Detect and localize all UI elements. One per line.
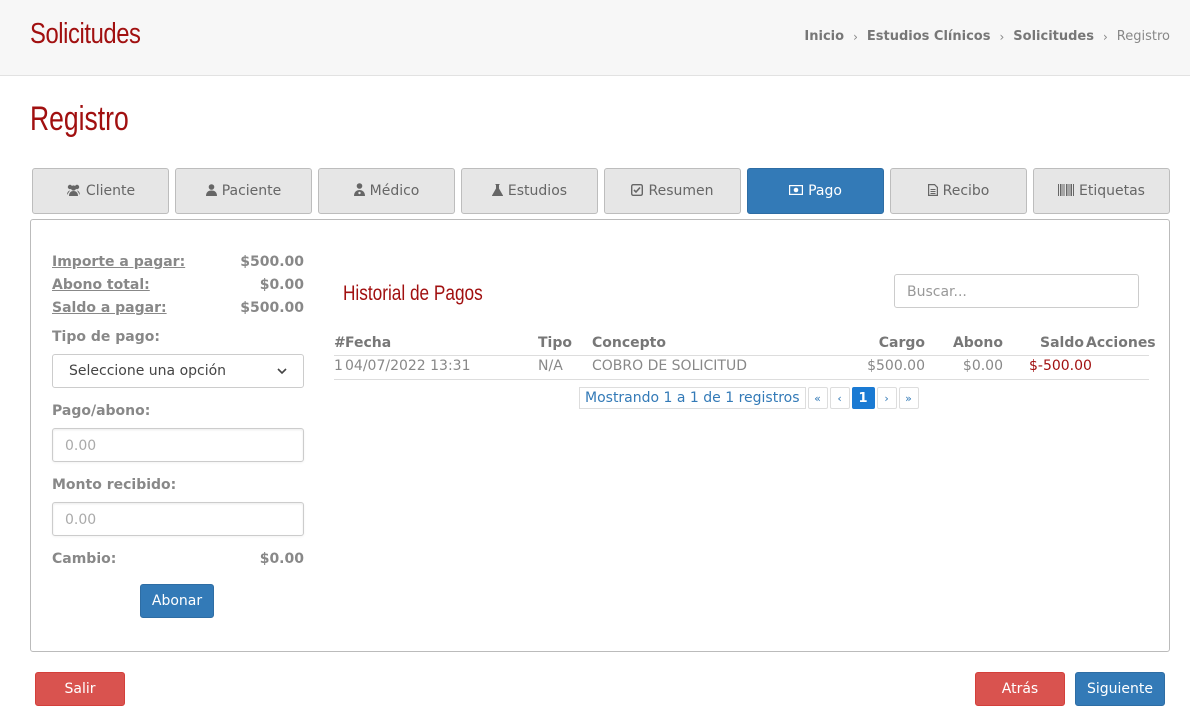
pago-abono-placeholder: 0.00 [65, 438, 97, 454]
saldo-value: $500.00 [240, 300, 304, 316]
tab-cliente[interactable]: Cliente [32, 168, 169, 214]
monto-recibido-placeholder: 0.00 [65, 512, 97, 528]
col-abono[interactable]: Abono [953, 335, 1003, 351]
user-md-icon [353, 183, 365, 199]
payments-table: # Fecha Tipo Concepto Cargo Abono Saldo … [334, 333, 1156, 380]
col-tipo[interactable]: Tipo [538, 335, 572, 351]
col-saldo[interactable]: Saldo [1040, 335, 1084, 351]
top-bar: Solicitudes Inicio › Estudios Clínicos ›… [0, 0, 1190, 76]
flask-icon [491, 183, 503, 199]
chevron-down-icon [277, 365, 287, 378]
abonar-button[interactable]: Abonar [140, 584, 214, 618]
pagination: Mostrando 1 a 1 de 1 registros « ‹ 1 › » [579, 387, 919, 409]
table-row: 1 04/07/2022 13:31 N/A COBRO DE SOLICITU… [334, 356, 1149, 380]
chevron-right-icon: › [1102, 29, 1108, 44]
file-text-icon [927, 183, 938, 199]
users-icon [66, 184, 81, 199]
pager-prev-button[interactable]: ‹ [829, 387, 850, 409]
money-icon [789, 184, 804, 198]
cambio-row: Cambio: $0.00 [52, 551, 304, 567]
user-icon [205, 183, 217, 199]
col-num[interactable]: # [334, 335, 346, 351]
tipo-pago-label: Tipo de pago: [52, 329, 160, 345]
tab-medico[interactable]: Médico [318, 168, 455, 214]
breadcrumb-registro: Registro [1116, 29, 1170, 44]
row-tipo: N/A [538, 358, 563, 374]
chevron-right-icon: › [853, 29, 858, 44]
search-input[interactable]: Buscar... [894, 274, 1139, 308]
tab-pago[interactable]: Pago [747, 168, 884, 214]
tipo-pago-selected: Seleccione una opción [69, 363, 227, 379]
tab-label: Médico [369, 183, 420, 199]
tab-label: Resumen [648, 183, 714, 199]
abono-row: Abono total: $0.00 [52, 277, 304, 293]
tab-label: Recibo [942, 183, 990, 199]
tab-label: Estudios [507, 183, 568, 199]
tipo-pago-select[interactable]: Seleccione una opción [52, 354, 304, 388]
check-square-icon [631, 183, 644, 199]
cambio-label: Cambio: [52, 551, 117, 567]
col-concepto[interactable]: Concepto [592, 335, 666, 351]
row-abono: $0.00 [962, 358, 1003, 374]
row-concepto: COBRO DE SOLICITUD [592, 358, 747, 374]
tab-label: Pago [808, 183, 842, 199]
importe-label: Importe a pagar: [52, 254, 186, 270]
abono-value: $0.00 [259, 277, 304, 293]
pager-next-button[interactable]: › [876, 387, 897, 409]
tab-label: Paciente [221, 183, 282, 199]
tab-resumen[interactable]: Resumen [604, 168, 741, 214]
barcode-icon [1058, 183, 1075, 199]
atras-button[interactable]: Atrás [975, 672, 1065, 706]
table-header: # Fecha Tipo Concepto Cargo Abono Saldo … [334, 333, 1156, 356]
col-acciones: Acciones [1086, 335, 1156, 351]
pager-first-button[interactable]: « [807, 387, 828, 409]
tab-label: Cliente [85, 183, 136, 199]
tab-recibo[interactable]: Recibo [890, 168, 1027, 214]
page-title: Registro [30, 100, 129, 138]
pager-last-button[interactable]: » [898, 387, 919, 409]
abono-label: Abono total: [52, 277, 150, 293]
search-placeholder: Buscar... [907, 284, 967, 300]
pago-abono-label: Pago/abono: [52, 403, 151, 419]
monto-recibido-input[interactable]: 0.00 [52, 502, 304, 536]
breadcrumb-solicitudes[interactable]: Solicitudes [1013, 29, 1094, 44]
chevron-right-icon: › [999, 29, 1005, 44]
payment-panel: Importe a pagar: $500.00 Abono total: $0… [30, 219, 1170, 652]
col-cargo[interactable]: Cargo [879, 335, 925, 351]
pago-abono-input[interactable]: 0.00 [52, 428, 304, 462]
importe-row: Importe a pagar: $500.00 [52, 254, 304, 270]
tab-label: Etiquetas [1079, 183, 1145, 199]
breadcrumb: Inicio › Estudios Clínicos › Solicitudes… [804, 29, 1170, 44]
pager-info: Mostrando 1 a 1 de 1 registros [579, 387, 806, 409]
monto-recibido-label: Monto recibido: [52, 477, 177, 493]
tab-etiquetas[interactable]: Etiquetas [1033, 168, 1170, 214]
breadcrumb-estudios-clinicos[interactable]: Estudios Clínicos [867, 29, 991, 44]
col-fecha[interactable]: Fecha [345, 335, 391, 351]
historial-title: Historial de Pagos [343, 282, 483, 305]
wizard-tabs: Cliente Paciente Médico Estudios Resumen… [32, 168, 1170, 214]
importe-value: $500.00 [240, 254, 304, 270]
saldo-row: Saldo a pagar: $500.00 [52, 300, 304, 316]
app-title: Solicitudes [30, 18, 141, 50]
tab-estudios[interactable]: Estudios [461, 168, 598, 214]
siguiente-button[interactable]: Siguiente [1075, 672, 1165, 706]
row-num: 1 [334, 358, 343, 374]
salir-button[interactable]: Salir [35, 672, 125, 706]
row-saldo: $-500.00 [1029, 358, 1092, 374]
pager-page-1[interactable]: 1 [851, 387, 875, 409]
saldo-label: Saldo a pagar: [52, 300, 167, 316]
breadcrumb-inicio[interactable]: Inicio [804, 29, 844, 44]
tab-paciente[interactable]: Paciente [175, 168, 312, 214]
row-cargo: $500.00 [867, 358, 925, 374]
cambio-value: $0.00 [259, 551, 304, 567]
row-fecha: 04/07/2022 13:31 [345, 358, 471, 374]
